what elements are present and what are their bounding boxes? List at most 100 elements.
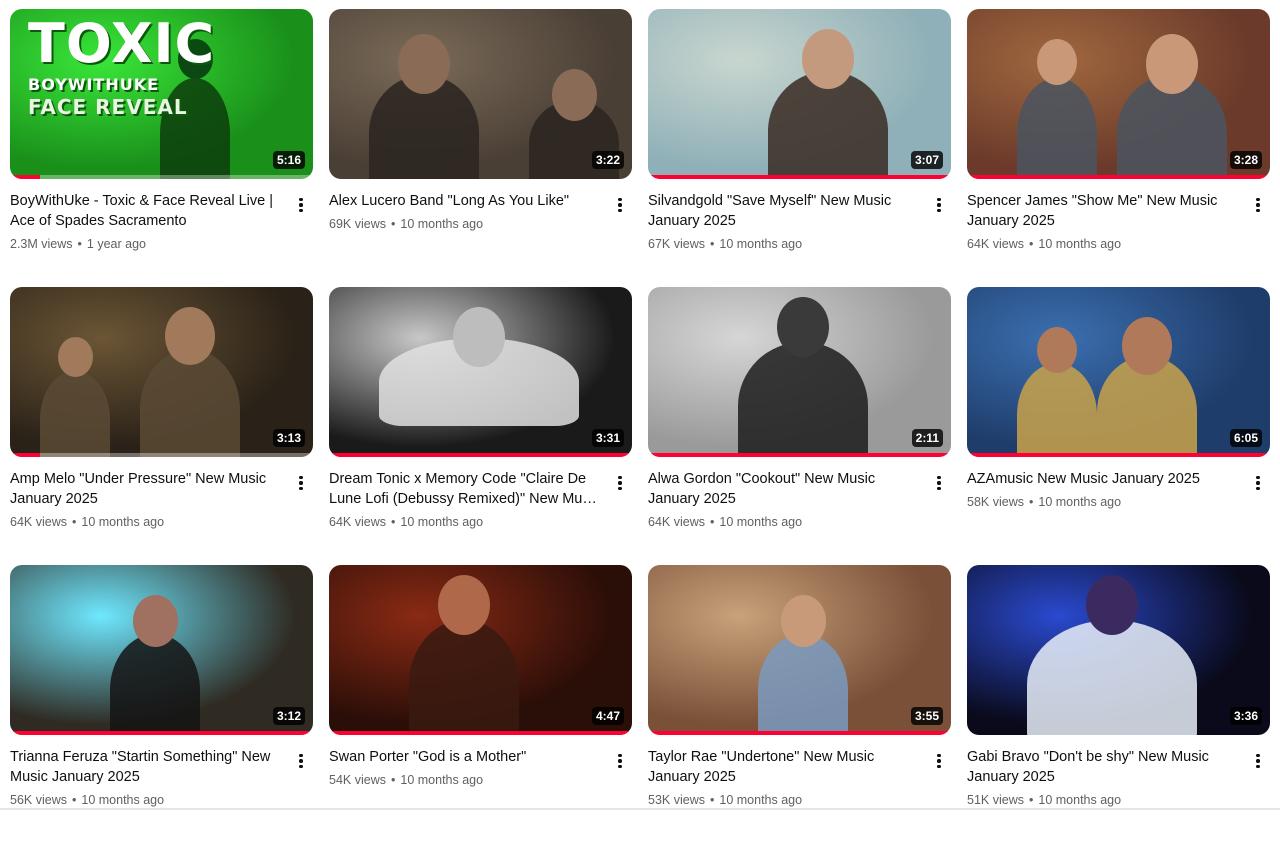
video-card[interactable]: 3:12 Trianna Feruza "Startin Something" N… bbox=[10, 565, 313, 843]
video-details: Swan Porter "God is a Mother"54K views•1… bbox=[329, 747, 632, 789]
more-actions-icon[interactable] bbox=[608, 471, 632, 495]
view-count: 2.3M views bbox=[10, 237, 73, 251]
separator-dot: • bbox=[1029, 237, 1033, 251]
overlay-big-text: TOXIC bbox=[28, 17, 215, 71]
video-title[interactable]: BoyWithUke - Toxic & Face Reveal Live | … bbox=[10, 191, 283, 231]
video-thumbnail[interactable]: 3:22 bbox=[329, 9, 632, 179]
more-actions-icon[interactable] bbox=[1246, 749, 1270, 773]
video-thumbnail[interactable]: 2:11 bbox=[648, 287, 951, 457]
video-details: Taylor Rae "Undertone" New Music January… bbox=[648, 747, 951, 809]
video-thumbnail[interactable]: 6:05 bbox=[967, 287, 1270, 457]
video-stats: 58K views•10 months ago bbox=[967, 493, 1240, 511]
video-title[interactable]: Spencer James "Show Me" New Music Januar… bbox=[967, 191, 1240, 231]
view-count: 64K views bbox=[10, 515, 67, 529]
watch-progress-bar bbox=[329, 453, 632, 457]
video-thumbnail[interactable]: 3:13 bbox=[10, 287, 313, 457]
video-title[interactable]: Trianna Feruza "Startin Something" New M… bbox=[10, 747, 283, 787]
video-thumbnail[interactable]: 3:07 bbox=[648, 9, 951, 179]
separator-dot: • bbox=[710, 793, 714, 807]
video-thumbnail[interactable]: 3:31 bbox=[329, 287, 632, 457]
separator-dot: • bbox=[391, 773, 395, 787]
video-details: BoyWithUke - Toxic & Face Reveal Live | … bbox=[10, 191, 313, 253]
video-title[interactable]: Taylor Rae "Undertone" New Music January… bbox=[648, 747, 921, 787]
duration-badge: 3:55 bbox=[911, 707, 943, 725]
video-stats: 64K views•10 months ago bbox=[967, 235, 1240, 253]
more-actions-icon[interactable] bbox=[1246, 471, 1270, 495]
video-title[interactable]: Amp Melo "Under Pressure" New Music Janu… bbox=[10, 469, 283, 509]
duration-badge: 5:16 bbox=[273, 151, 305, 169]
watch-progress-bar bbox=[648, 175, 951, 179]
thumbnail-subject-head bbox=[1037, 39, 1077, 85]
separator-dot: • bbox=[391, 515, 395, 529]
video-title[interactable]: Alex Lucero Band "Long As You Like" bbox=[329, 191, 602, 211]
video-card[interactable]: 3:55 Taylor Rae "Undertone" New Music Jan… bbox=[648, 565, 951, 843]
upload-age: 10 months ago bbox=[400, 515, 483, 529]
video-stats: 67K views•10 months ago bbox=[648, 235, 921, 253]
video-details: Dream Tonic x Memory Code "Claire De Lun… bbox=[329, 469, 632, 531]
video-title[interactable]: Alwa Gordon "Cookout" New Music January … bbox=[648, 469, 921, 509]
video-card[interactable]: 3:07 Silvandgold "Save Myself" New Music … bbox=[648, 9, 951, 287]
video-card[interactable]: 3:36 Gabi Bravo "Don't be shy" New Music … bbox=[967, 565, 1270, 843]
video-details: AZAmusic New Music January 2025 58K views… bbox=[967, 469, 1270, 511]
watch-progress-bar bbox=[10, 453, 40, 457]
separator-dot: • bbox=[72, 515, 76, 529]
video-card[interactable]: 3:13 Amp Melo "Under Pressure" New Music … bbox=[10, 287, 313, 565]
thumbnail-overlay-text: TOXICBOYWITHUKEFACE REVEAL bbox=[28, 17, 215, 117]
video-card[interactable]: 2:11 Alwa Gordon "Cookout" New Music Janu… bbox=[648, 287, 951, 565]
more-actions-icon[interactable] bbox=[608, 749, 632, 773]
more-actions-icon[interactable] bbox=[927, 749, 951, 773]
thumbnail-subject-head bbox=[58, 337, 93, 377]
overlay-mid-text: FACE REVEAL bbox=[28, 97, 215, 117]
thumbnail-subject bbox=[758, 634, 848, 735]
thumbnail-subject-head bbox=[1146, 34, 1198, 94]
video-thumbnail[interactable]: 3:12 bbox=[10, 565, 313, 735]
watch-progress-bar bbox=[648, 731, 951, 735]
video-grid: TOXICBOYWITHUKEFACE REVEAL 5:16 BoyWithUke… bbox=[10, 9, 1270, 843]
upload-age: 10 months ago bbox=[719, 515, 802, 529]
thumbnail-subject-head bbox=[398, 34, 450, 94]
separator-dot: • bbox=[710, 515, 714, 529]
separator-dot: • bbox=[391, 217, 395, 231]
video-thumbnail[interactable]: 3:28 bbox=[967, 9, 1270, 179]
video-title[interactable]: Silvandgold "Save Myself" New Music Janu… bbox=[648, 191, 921, 231]
more-actions-icon[interactable] bbox=[927, 193, 951, 217]
more-actions-icon[interactable] bbox=[927, 471, 951, 495]
video-title[interactable]: AZAmusic New Music January 2025 bbox=[967, 469, 1240, 489]
video-card[interactable]: 4:47 Swan Porter "God is a Mother"54K vie… bbox=[329, 565, 632, 843]
video-card[interactable]: 3:31 Dream Tonic x Memory Code "Claire De… bbox=[329, 287, 632, 565]
separator-dot: • bbox=[72, 793, 76, 807]
thumbnail-subject-head bbox=[133, 595, 178, 647]
video-title[interactable]: Gabi Bravo "Don't be shy" New Music Janu… bbox=[967, 747, 1240, 787]
duration-badge: 4:47 bbox=[592, 707, 624, 725]
more-actions-icon[interactable] bbox=[289, 193, 313, 217]
video-card[interactable]: 3:22Alex Lucero Band "Long As You Like"6… bbox=[329, 9, 632, 287]
video-stats: 51K views•10 months ago bbox=[967, 791, 1240, 809]
video-thumbnail[interactable]: 3:36 bbox=[967, 565, 1270, 735]
video-title[interactable]: Swan Porter "God is a Mother" bbox=[329, 747, 602, 767]
more-actions-icon[interactable] bbox=[608, 193, 632, 217]
upload-age: 10 months ago bbox=[1038, 495, 1121, 509]
video-title[interactable]: Dream Tonic x Memory Code "Claire De Lun… bbox=[329, 469, 602, 509]
upload-age: 10 months ago bbox=[1038, 793, 1121, 807]
video-thumbnail[interactable]: TOXICBOYWITHUKEFACE REVEAL 5:16 bbox=[10, 9, 313, 179]
upload-age: 10 months ago bbox=[719, 237, 802, 251]
video-card[interactable]: 6:05 AZAmusic New Music January 2025 58K v… bbox=[967, 287, 1270, 565]
video-thumbnail[interactable]: 4:47 bbox=[329, 565, 632, 735]
more-actions-icon[interactable] bbox=[289, 471, 313, 495]
duration-badge: 3:12 bbox=[273, 707, 305, 725]
video-details: Gabi Bravo "Don't be shy" New Music Janu… bbox=[967, 747, 1270, 809]
watch-progress-bar bbox=[967, 453, 1270, 457]
view-count: 67K views bbox=[648, 237, 705, 251]
video-stats: 56K views•10 months ago bbox=[10, 791, 283, 809]
upload-age: 10 months ago bbox=[81, 793, 164, 807]
more-actions-icon[interactable] bbox=[289, 749, 313, 773]
more-actions-icon[interactable] bbox=[1246, 193, 1270, 217]
video-details: Silvandgold "Save Myself" New Music Janu… bbox=[648, 191, 951, 253]
watch-progress-bar bbox=[329, 731, 632, 735]
upload-age: 10 months ago bbox=[400, 217, 483, 231]
duration-badge: 3:22 bbox=[592, 151, 624, 169]
upload-age: 10 months ago bbox=[1038, 237, 1121, 251]
video-card[interactable]: 3:28 Spencer James "Show Me" New Music Ja… bbox=[967, 9, 1270, 287]
video-thumbnail[interactable]: 3:55 bbox=[648, 565, 951, 735]
video-card[interactable]: TOXICBOYWITHUKEFACE REVEAL 5:16 BoyWithUke… bbox=[10, 9, 313, 287]
